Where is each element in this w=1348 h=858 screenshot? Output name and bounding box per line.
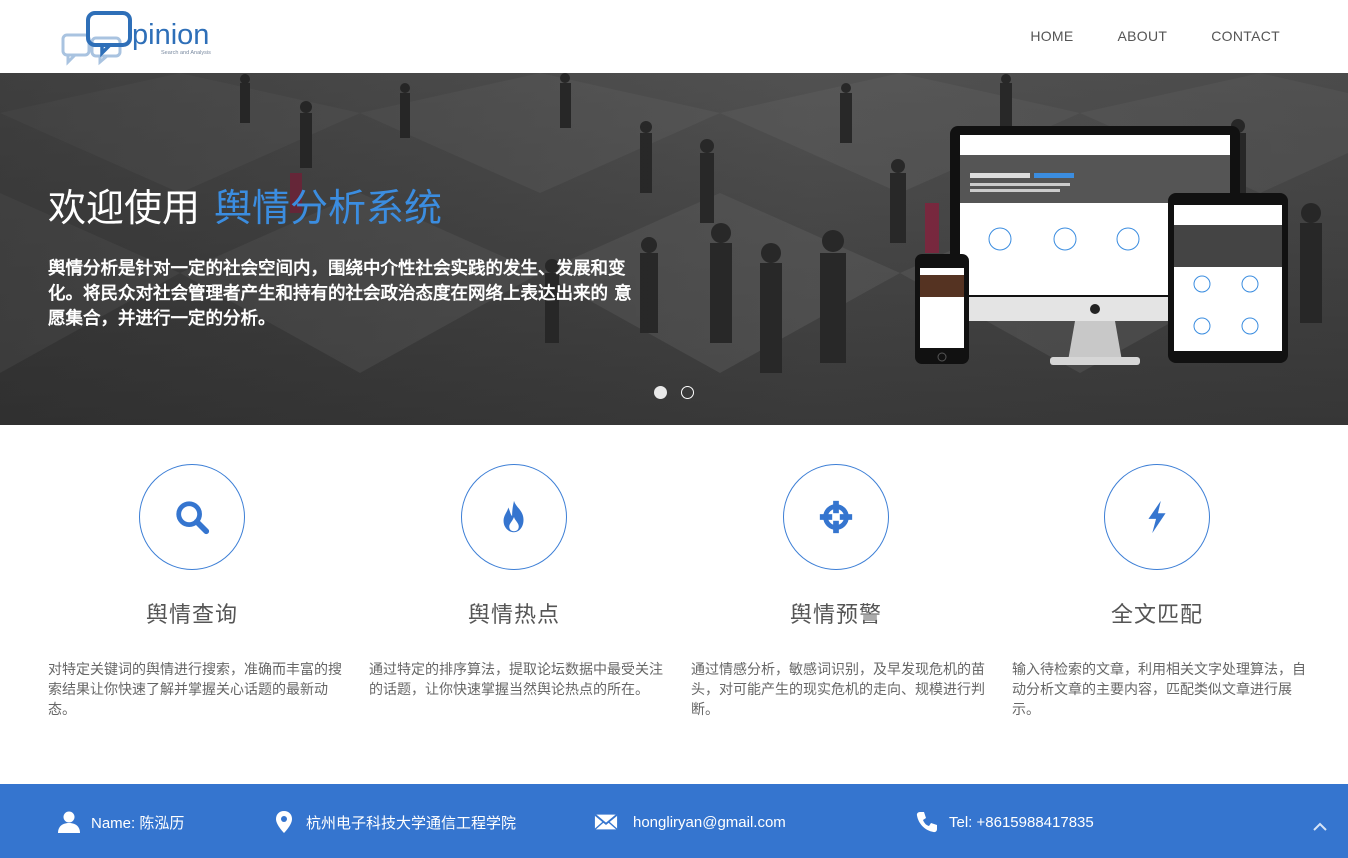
- feature-hotspot-title: 舆情热点: [467, 603, 560, 628]
- phone-icon: [915, 810, 939, 834]
- opinion-logo[interactable]: pinion Search and Analysis: [60, 8, 230, 66]
- feature-fulltext-title: 全文匹配: [1110, 603, 1203, 628]
- logo-wordmark: pinion: [132, 19, 209, 51]
- hero-carousel: 欢迎使用 舆情分析系统 舆情分析是针对一定的社会空间内，围绕中介性社会实践的发生、…: [0, 73, 1348, 425]
- contact-footer: Name: 陈泓历 杭州电子科技大学通信工程学院 hongliryan@gmai…: [0, 784, 1348, 858]
- footer-phone: Tel: +8615988417835: [915, 809, 1094, 835]
- feature-warning-text: 通过情感分析，敏感词识别，及早发现危机的苗头，对可能产生的现实危机的走向、规模进…: [691, 662, 985, 718]
- carousel-dot-1[interactable]: [654, 386, 667, 399]
- user-icon: [57, 810, 81, 834]
- hero-title: 欢迎使用 舆情分析系统: [48, 177, 442, 232]
- footer-email-text[interactable]: hongliryan@gmail.com: [633, 814, 786, 831]
- hero-description: 舆情分析是针对一定的社会空间内，围绕中介性社会实践的发生、发展和变化。将民众对社…: [48, 259, 632, 329]
- feature-hotspot-circle[interactable]: [461, 464, 567, 570]
- footer-name-text: Name: 陈泓历: [91, 814, 185, 832]
- nav-home-link[interactable]: HOME: [1030, 27, 1073, 45]
- feature-warning-title: 舆情预警: [789, 603, 882, 628]
- chevron-up-icon: [1313, 822, 1327, 831]
- feature-query-title: 舆情查询: [145, 603, 238, 628]
- feature-query-circle[interactable]: [139, 464, 245, 570]
- footer-name: Name: 陈泓历: [57, 809, 184, 835]
- envelope-icon: [593, 810, 619, 834]
- site-header: pinion Search and Analysis HOME ABOUT CO…: [0, 0, 1348, 73]
- feature-query-text: 对特定关键词的舆情进行搜索，准确而丰富的搜索结果让你快速了解并掌握关心话题的最新…: [48, 662, 342, 718]
- footer-phone-text: Tel: +8615988417835: [949, 813, 1094, 831]
- features-section: 舆情查询 对特定关键词的舆情进行搜索，准确而丰富的搜索结果让你快速了解并掌握关心…: [0, 425, 1348, 784]
- main-nav: HOME ABOUT CONTACT: [986, 27, 1280, 45]
- feature-fulltext-text: 输入待检索的文章，利用相关文字处理算法，自动分析文章的主要内容，匹配类似文章进行…: [1012, 662, 1306, 718]
- nav-about-link[interactable]: ABOUT: [1118, 27, 1168, 45]
- hero-title-accent: 舆情分析系统: [214, 186, 443, 230]
- scroll-to-top-button[interactable]: [1310, 820, 1330, 834]
- carousel-indicators: [654, 386, 694, 399]
- fire-icon: [503, 500, 524, 533]
- nav-contact-link[interactable]: CONTACT: [1211, 27, 1280, 45]
- footer-address: 杭州电子科技大学通信工程学院: [272, 809, 516, 835]
- hero-title-prefix: 欢迎使用: [48, 186, 201, 230]
- footer-email: hongliryan@gmail.com: [593, 809, 786, 835]
- location-pin-icon: [272, 810, 296, 834]
- search-icon: [176, 501, 210, 535]
- bolt-icon: [1148, 500, 1166, 534]
- feature-hotspot-text: 通过特定的排序算法，提取论坛数据中最受关注的话题，让你快速掌握当然舆论热点的所在…: [369, 662, 663, 698]
- carousel-dot-2[interactable]: [681, 386, 694, 399]
- feature-fulltext-circle[interactable]: [1104, 464, 1210, 570]
- responsive-devices-image: [915, 126, 1288, 365]
- footer-address-text: 杭州电子科技大学通信工程学院: [306, 814, 517, 832]
- logo-tagline: Search and Analysis: [161, 50, 211, 56]
- crosshair-icon: [819, 500, 853, 534]
- feature-warning-circle[interactable]: [783, 464, 889, 570]
